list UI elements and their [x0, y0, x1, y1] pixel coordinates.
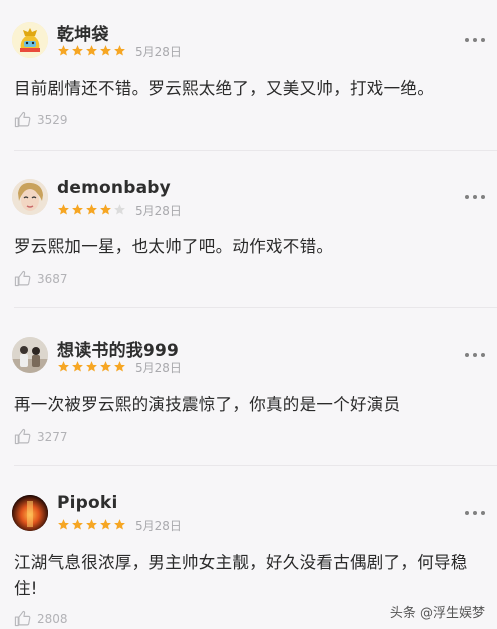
- star-icon: [114, 519, 125, 530]
- review-item: 想读书的我999 5月28日 再一次被罗云熙的演技震惊了，你真的是一个好演员 3…: [0, 307, 497, 465]
- star-icon: [72, 519, 83, 530]
- star-icon: [100, 519, 111, 530]
- star-icon: [114, 204, 125, 215]
- portrait-avatar-icon: [12, 179, 48, 215]
- star-icon: [100, 361, 111, 372]
- star-icon: [86, 45, 97, 56]
- star-icon: [86, 361, 97, 372]
- like-button[interactable]: 3529: [14, 111, 68, 128]
- review-text: 江湖气息很浓厚，男主帅女主靓，好久没看古偶剧了，何导稳住!: [14, 553, 468, 598]
- review-text: 罗云熙加一星，也太帅了吧。动作戏不错。: [14, 237, 334, 256]
- username[interactable]: Pipoki: [57, 493, 117, 513]
- moneybag-avatar-icon: [12, 22, 48, 58]
- review-date: 5月28日: [135, 45, 182, 59]
- more-options-button[interactable]: [465, 350, 485, 360]
- like-count: 3277: [37, 429, 68, 444]
- avatar[interactable]: [12, 495, 48, 531]
- rating-stars: [57, 518, 126, 531]
- star-icon: [86, 519, 97, 530]
- review-date: 5月28日: [135, 519, 182, 533]
- thumbs-up-icon: [14, 610, 31, 627]
- like-button[interactable]: 2808: [14, 610, 68, 627]
- like-button[interactable]: 3277: [14, 428, 68, 445]
- avatar[interactable]: [12, 337, 48, 373]
- thumbs-up-icon: [14, 270, 31, 287]
- star-icon: [58, 519, 69, 530]
- more-dots-icon: [465, 38, 469, 42]
- star-icon: [100, 45, 111, 56]
- star-icon: [72, 204, 83, 215]
- like-count: 2808: [37, 611, 68, 626]
- rating-stars: [57, 44, 126, 57]
- rating-stars: [57, 203, 126, 216]
- review-text: 目前剧情还不错。罗云熙太绝了，又美又帅，打戏一绝。: [14, 79, 434, 98]
- star-icon: [58, 361, 69, 372]
- review-item: demonbaby 5月28日 罗云熙加一星，也太帅了吧。动作戏不错。 3687: [0, 150, 497, 308]
- more-options-button[interactable]: [465, 35, 485, 45]
- review-item: 乾坤袋 5月28日 目前剧情还不错。罗云熙太绝了，又美又帅，打戏一绝。 3529: [0, 0, 497, 150]
- review-date: 5月28日: [135, 361, 182, 375]
- like-button[interactable]: 3687: [14, 270, 68, 287]
- star-icon: [86, 204, 97, 215]
- more-options-button[interactable]: [465, 192, 485, 202]
- like-count: 3687: [37, 271, 68, 286]
- orange-glow-avatar-icon: [12, 495, 48, 531]
- username[interactable]: 想读书的我999: [57, 336, 179, 361]
- star-icon: [58, 45, 69, 56]
- like-count: 3529: [37, 112, 68, 127]
- more-dots-icon: [465, 511, 469, 515]
- more-dots-icon: [465, 353, 469, 357]
- watermark: 头条 @浮生娱梦: [389, 606, 485, 621]
- star-icon: [100, 204, 111, 215]
- thumbs-up-icon: [14, 428, 31, 445]
- avatar[interactable]: [12, 179, 48, 215]
- star-icon: [114, 361, 125, 372]
- star-icon: [72, 361, 83, 372]
- review-date: 5月28日: [135, 204, 182, 218]
- star-icon: [72, 45, 83, 56]
- star-icon: [58, 204, 69, 215]
- more-options-button[interactable]: [465, 508, 485, 518]
- avatar[interactable]: [12, 22, 48, 58]
- thumbs-up-icon: [14, 111, 31, 128]
- star-icon: [114, 45, 125, 56]
- username[interactable]: 乾坤袋: [57, 20, 109, 45]
- review-text: 再一次被罗云熙的演技震惊了，你真的是一个好演员: [14, 395, 401, 414]
- rating-stars: [57, 360, 126, 373]
- username[interactable]: demonbaby: [57, 178, 171, 198]
- photo-avatar-icon: [12, 337, 48, 373]
- more-dots-icon: [465, 195, 469, 199]
